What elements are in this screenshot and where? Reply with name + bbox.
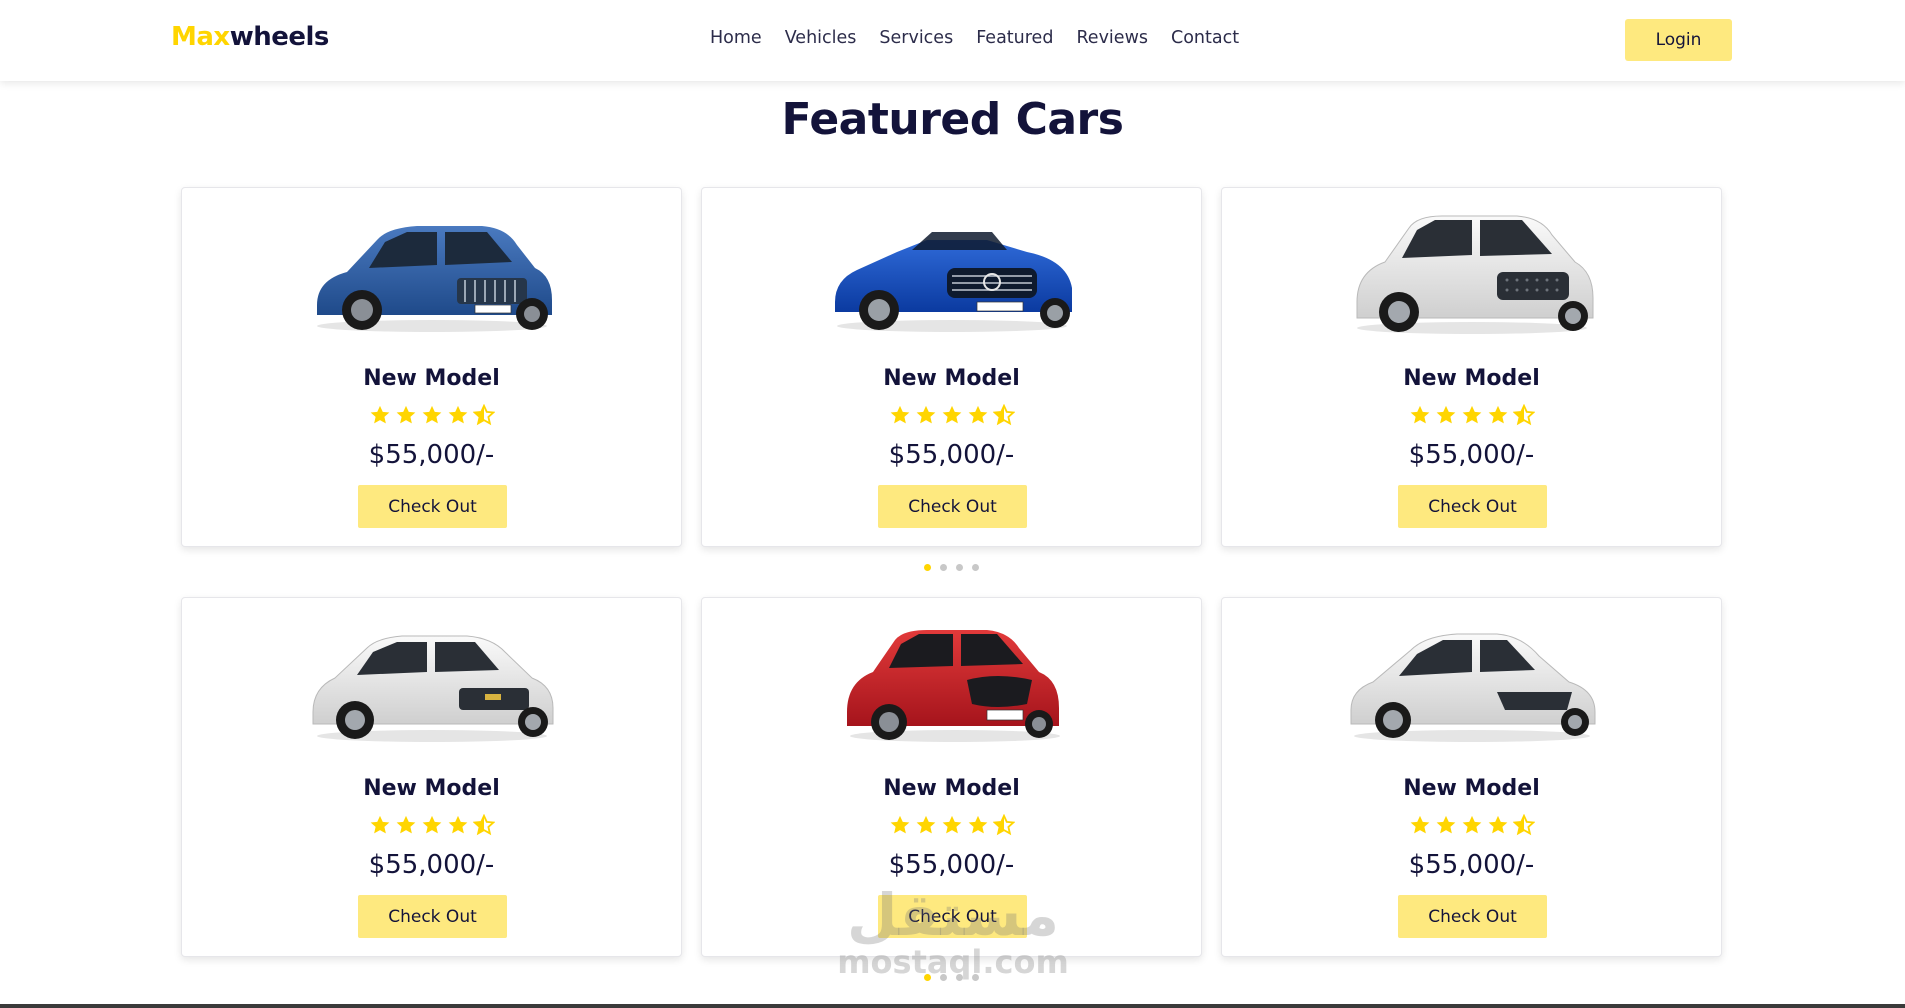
carousel-pagination [924,974,979,981]
star-icon [1436,405,1455,424]
car-card: New Model $55,000/- Check Out [181,187,682,547]
star-icon [1410,405,1429,424]
car-card: New Model $55,000/- Check Out [181,597,682,957]
car-image-blue-suv [317,226,552,332]
star-icon [370,815,389,834]
car-price: $55,000/- [888,850,1015,880]
star-icon [422,815,441,834]
pagination-dot-active[interactable] [924,564,931,571]
section-title-highlight: Featured [781,94,1001,145]
star-icon [942,405,961,424]
login-button[interactable]: Login [1625,19,1732,61]
rating-stars [182,814,681,836]
pagination-dot[interactable] [956,564,963,571]
star-half-icon [472,404,495,426]
logo-accent: Max [171,22,230,52]
star-half-icon [992,814,1015,836]
car-image-red-suv [847,630,1060,742]
star-icon [370,405,389,424]
nav-vehicles[interactable]: Vehicles [785,28,857,48]
rating-stars [1222,814,1721,836]
car-card: New Model $55,000/- Check Out [1221,187,1722,547]
logo[interactable]: Maxwheels [171,22,329,52]
nav-reviews[interactable]: Reviews [1076,28,1148,48]
star-icon [890,405,909,424]
car-title: New Model [363,776,500,801]
car-image-white-crossover [312,635,554,742]
section-title: Featured Cars [0,94,1905,145]
car-price: $55,000/- [1408,440,1535,470]
star-half-icon [472,814,495,836]
check-out-button[interactable]: Check Out [878,485,1027,528]
star-icon [1436,815,1455,834]
pagination-dot[interactable] [956,974,963,981]
star-icon [422,405,441,424]
logo-rest: wheels [229,22,330,52]
car-card: New Model $55,000/- Check Out [701,597,1202,957]
check-out-button[interactable]: Check Out [358,485,507,528]
check-out-button[interactable]: Check Out [358,895,507,938]
star-icon [968,405,987,424]
car-title: New Model [363,366,500,391]
star-half-icon [992,404,1015,426]
star-icon [890,815,909,834]
star-icon [916,405,935,424]
nav-services[interactable]: Services [879,28,953,48]
car-title: New Model [1403,366,1540,391]
nav-home[interactable]: Home [710,28,762,48]
rating-stars [182,404,681,426]
car-image-blue-convertible [835,232,1072,332]
car-price: $55,000/- [368,850,495,880]
star-half-icon [1512,814,1535,836]
car-price: $55,000/- [1408,850,1535,880]
star-icon [396,405,415,424]
star-icon [916,815,935,834]
star-icon [396,815,415,834]
star-icon [942,815,961,834]
car-image-white-sedan [1350,633,1596,742]
star-icon [1462,815,1481,834]
car-price: $55,000/- [888,440,1015,470]
star-half-icon [1512,404,1535,426]
star-icon [448,815,467,834]
star-icon [968,815,987,834]
main-nav: Home Vehicles Services Featured Reviews … [710,28,1239,48]
check-out-button[interactable]: Check Out [878,895,1027,938]
rating-stars [702,404,1201,426]
pagination-dot[interactable] [972,564,979,571]
star-icon [1488,405,1507,424]
nav-featured[interactable]: Featured [976,28,1053,48]
star-icon [448,405,467,424]
car-card: New Model $55,000/- Check Out [1221,597,1722,957]
star-icon [1410,815,1429,834]
car-title: New Model [1403,776,1540,801]
pagination-dot-active[interactable] [924,974,931,981]
check-out-button[interactable]: Check Out [1398,895,1547,938]
pagination-dot[interactable] [940,974,947,981]
car-price: $55,000/- [368,440,495,470]
car-title: New Model [883,776,1020,801]
star-icon [1462,405,1481,424]
bottom-bar [0,1004,1905,1008]
rating-stars [702,814,1201,836]
pagination-dot[interactable] [972,974,979,981]
car-title: New Model [883,366,1020,391]
car-image-white-suv [1356,215,1594,334]
check-out-button[interactable]: Check Out [1398,485,1547,528]
site-header: Maxwheels Home Vehicles Services Feature… [0,0,1905,81]
star-icon [1488,815,1507,834]
pagination-dot[interactable] [940,564,947,571]
carousel-pagination [924,564,979,571]
nav-contact[interactable]: Contact [1171,28,1239,48]
car-card: New Model $55,000/- Check Out [701,187,1202,547]
rating-stars [1222,404,1721,426]
section-title-rest: Cars [1015,94,1124,145]
